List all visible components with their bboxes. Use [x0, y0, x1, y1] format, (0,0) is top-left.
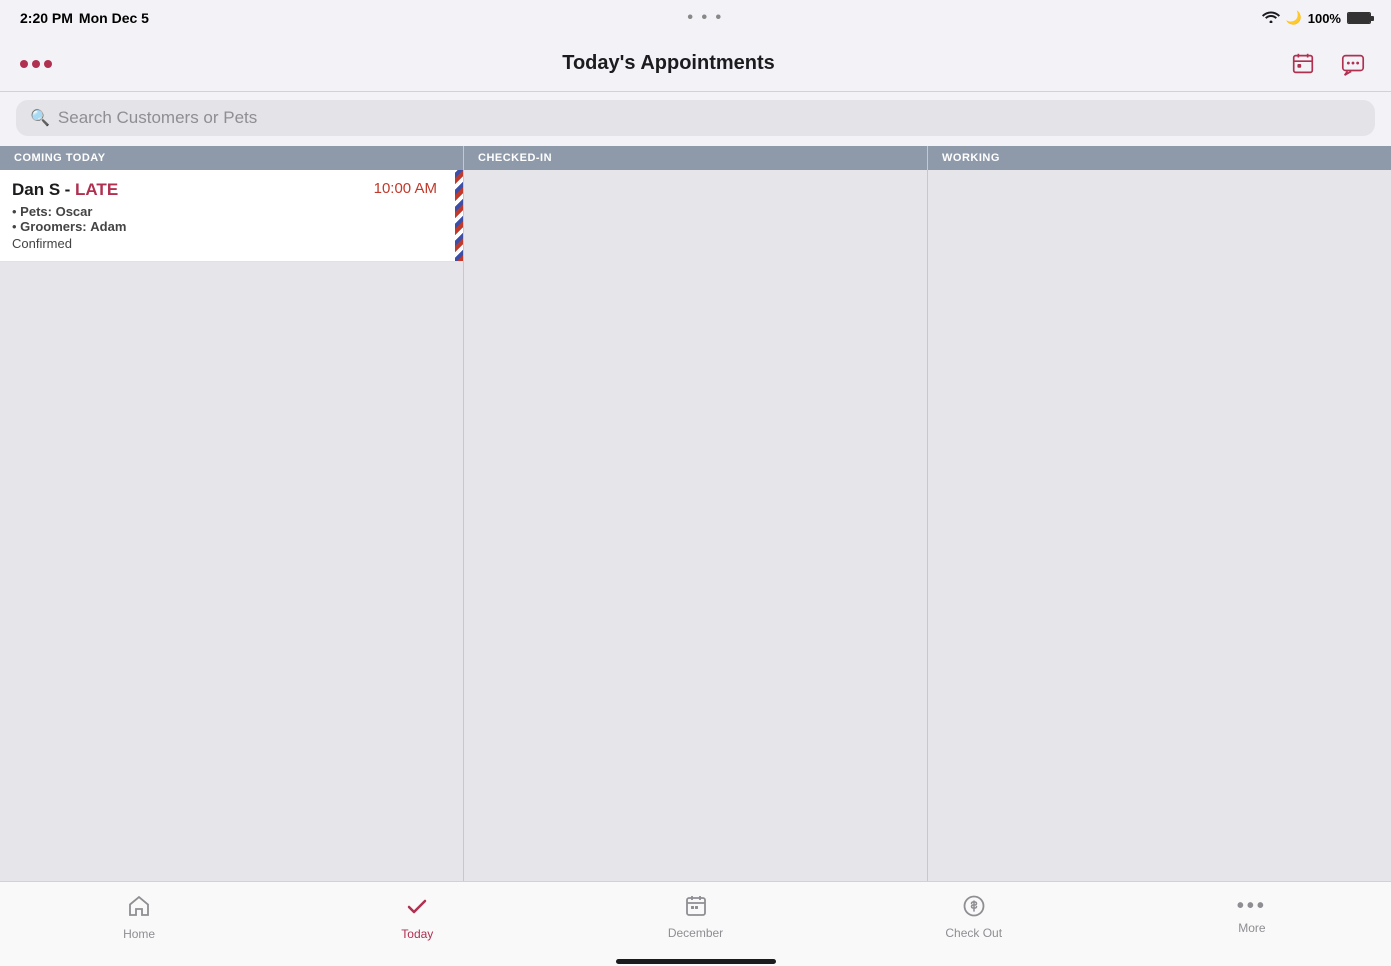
home-indicator — [0, 960, 1391, 966]
status-date: Mon Dec 5 — [79, 10, 149, 26]
appointment-card[interactable]: Dan S - LATE 10:00 AM • Pets: Oscar • Gr… — [0, 170, 463, 262]
tab-more-label: More — [1238, 921, 1265, 935]
appointment-pet-row: • Pets: Oscar — [12, 204, 451, 219]
column-body-checked-in — [464, 170, 927, 881]
column-working: WORKING — [928, 146, 1391, 881]
appointment-late-label: LATE — [75, 180, 118, 199]
home-icon — [127, 894, 151, 924]
appointment-confirm-status: Confirmed — [12, 236, 451, 251]
tab-today-label: Today — [401, 927, 433, 941]
appointment-pet-name: Oscar — [56, 204, 93, 219]
nav-dot-3 — [44, 60, 52, 68]
column-header-coming-today: COMING TODAY — [0, 146, 463, 170]
moon-icon: 🌙 — [1286, 10, 1302, 26]
search-bar-container: 🔍 Search Customers or Pets — [0, 92, 1391, 146]
tab-december-label: December — [668, 926, 723, 940]
calendar-icon — [684, 894, 708, 923]
nav-left-dots[interactable] — [20, 60, 52, 68]
search-bar[interactable]: 🔍 Search Customers or Pets — [16, 100, 1375, 136]
today-checkmark-icon — [405, 894, 429, 924]
tab-home-label: Home — [123, 927, 155, 941]
tab-december[interactable]: December — [556, 892, 834, 940]
appointment-groomer-name: Adam — [90, 219, 126, 234]
battery-percent: 100% — [1308, 11, 1341, 26]
appointment-customer-name: Dan S — [12, 180, 60, 199]
status-center-dots: • • • — [687, 9, 723, 27]
column-coming-today: COMING TODAY Dan S - LATE 10:00 AM • Pet… — [0, 146, 464, 881]
status-bar: 2:20 PM Mon Dec 5 • • • 🌙 100% — [0, 0, 1391, 36]
nav-dot-2 — [32, 60, 40, 68]
tab-today[interactable]: Today — [278, 892, 556, 941]
appointment-groomer-row: • Groomers: Adam — [12, 219, 451, 234]
column-header-checked-in: CHECKED-IN — [464, 146, 927, 170]
appointment-late-stripe — [455, 170, 463, 261]
search-placeholder: Search Customers or Pets — [58, 108, 257, 128]
tab-items-row: Home Today Decemb — [0, 882, 1391, 960]
appointment-time: 10:00 AM — [374, 180, 437, 197]
page-title: Today's Appointments — [562, 52, 775, 75]
pets-label: Pets: — [20, 204, 52, 219]
appointments-icon-button[interactable] — [1285, 46, 1321, 82]
more-dots-icon: ••• — [1237, 894, 1267, 918]
checkout-dollar-icon — [962, 894, 986, 923]
search-icon: 🔍 — [30, 108, 50, 128]
column-header-working: WORKING — [928, 146, 1391, 170]
tab-checkout-label: Check Out — [945, 926, 1002, 940]
groomers-label: Groomers: — [20, 219, 86, 234]
appointment-header: Dan S - LATE 10:00 AM — [12, 180, 451, 200]
messages-icon-button[interactable] — [1335, 46, 1371, 82]
nav-actions — [1285, 46, 1371, 82]
nav-dot-1 — [20, 60, 28, 68]
tab-bar: Home Today Decemb — [0, 881, 1391, 966]
column-checked-in: CHECKED-IN — [464, 146, 928, 881]
column-body-coming-today: Dan S - LATE 10:00 AM • Pets: Oscar • Gr… — [0, 170, 463, 881]
column-body-working — [928, 170, 1391, 881]
wifi-icon — [1262, 10, 1280, 26]
tab-home[interactable]: Home — [0, 892, 278, 941]
tab-checkout[interactable]: Check Out — [835, 892, 1113, 940]
tab-more[interactable]: ••• More — [1113, 892, 1391, 935]
columns-container: COMING TODAY Dan S - LATE 10:00 AM • Pet… — [0, 146, 1391, 881]
appointment-details: • Pets: Oscar • Groomers: Adam Confirmed — [12, 204, 451, 251]
status-time: 2:20 PM — [20, 10, 73, 26]
home-bar — [616, 959, 776, 964]
battery-icon — [1347, 12, 1371, 24]
nav-bar: Today's Appointments — [0, 36, 1391, 92]
